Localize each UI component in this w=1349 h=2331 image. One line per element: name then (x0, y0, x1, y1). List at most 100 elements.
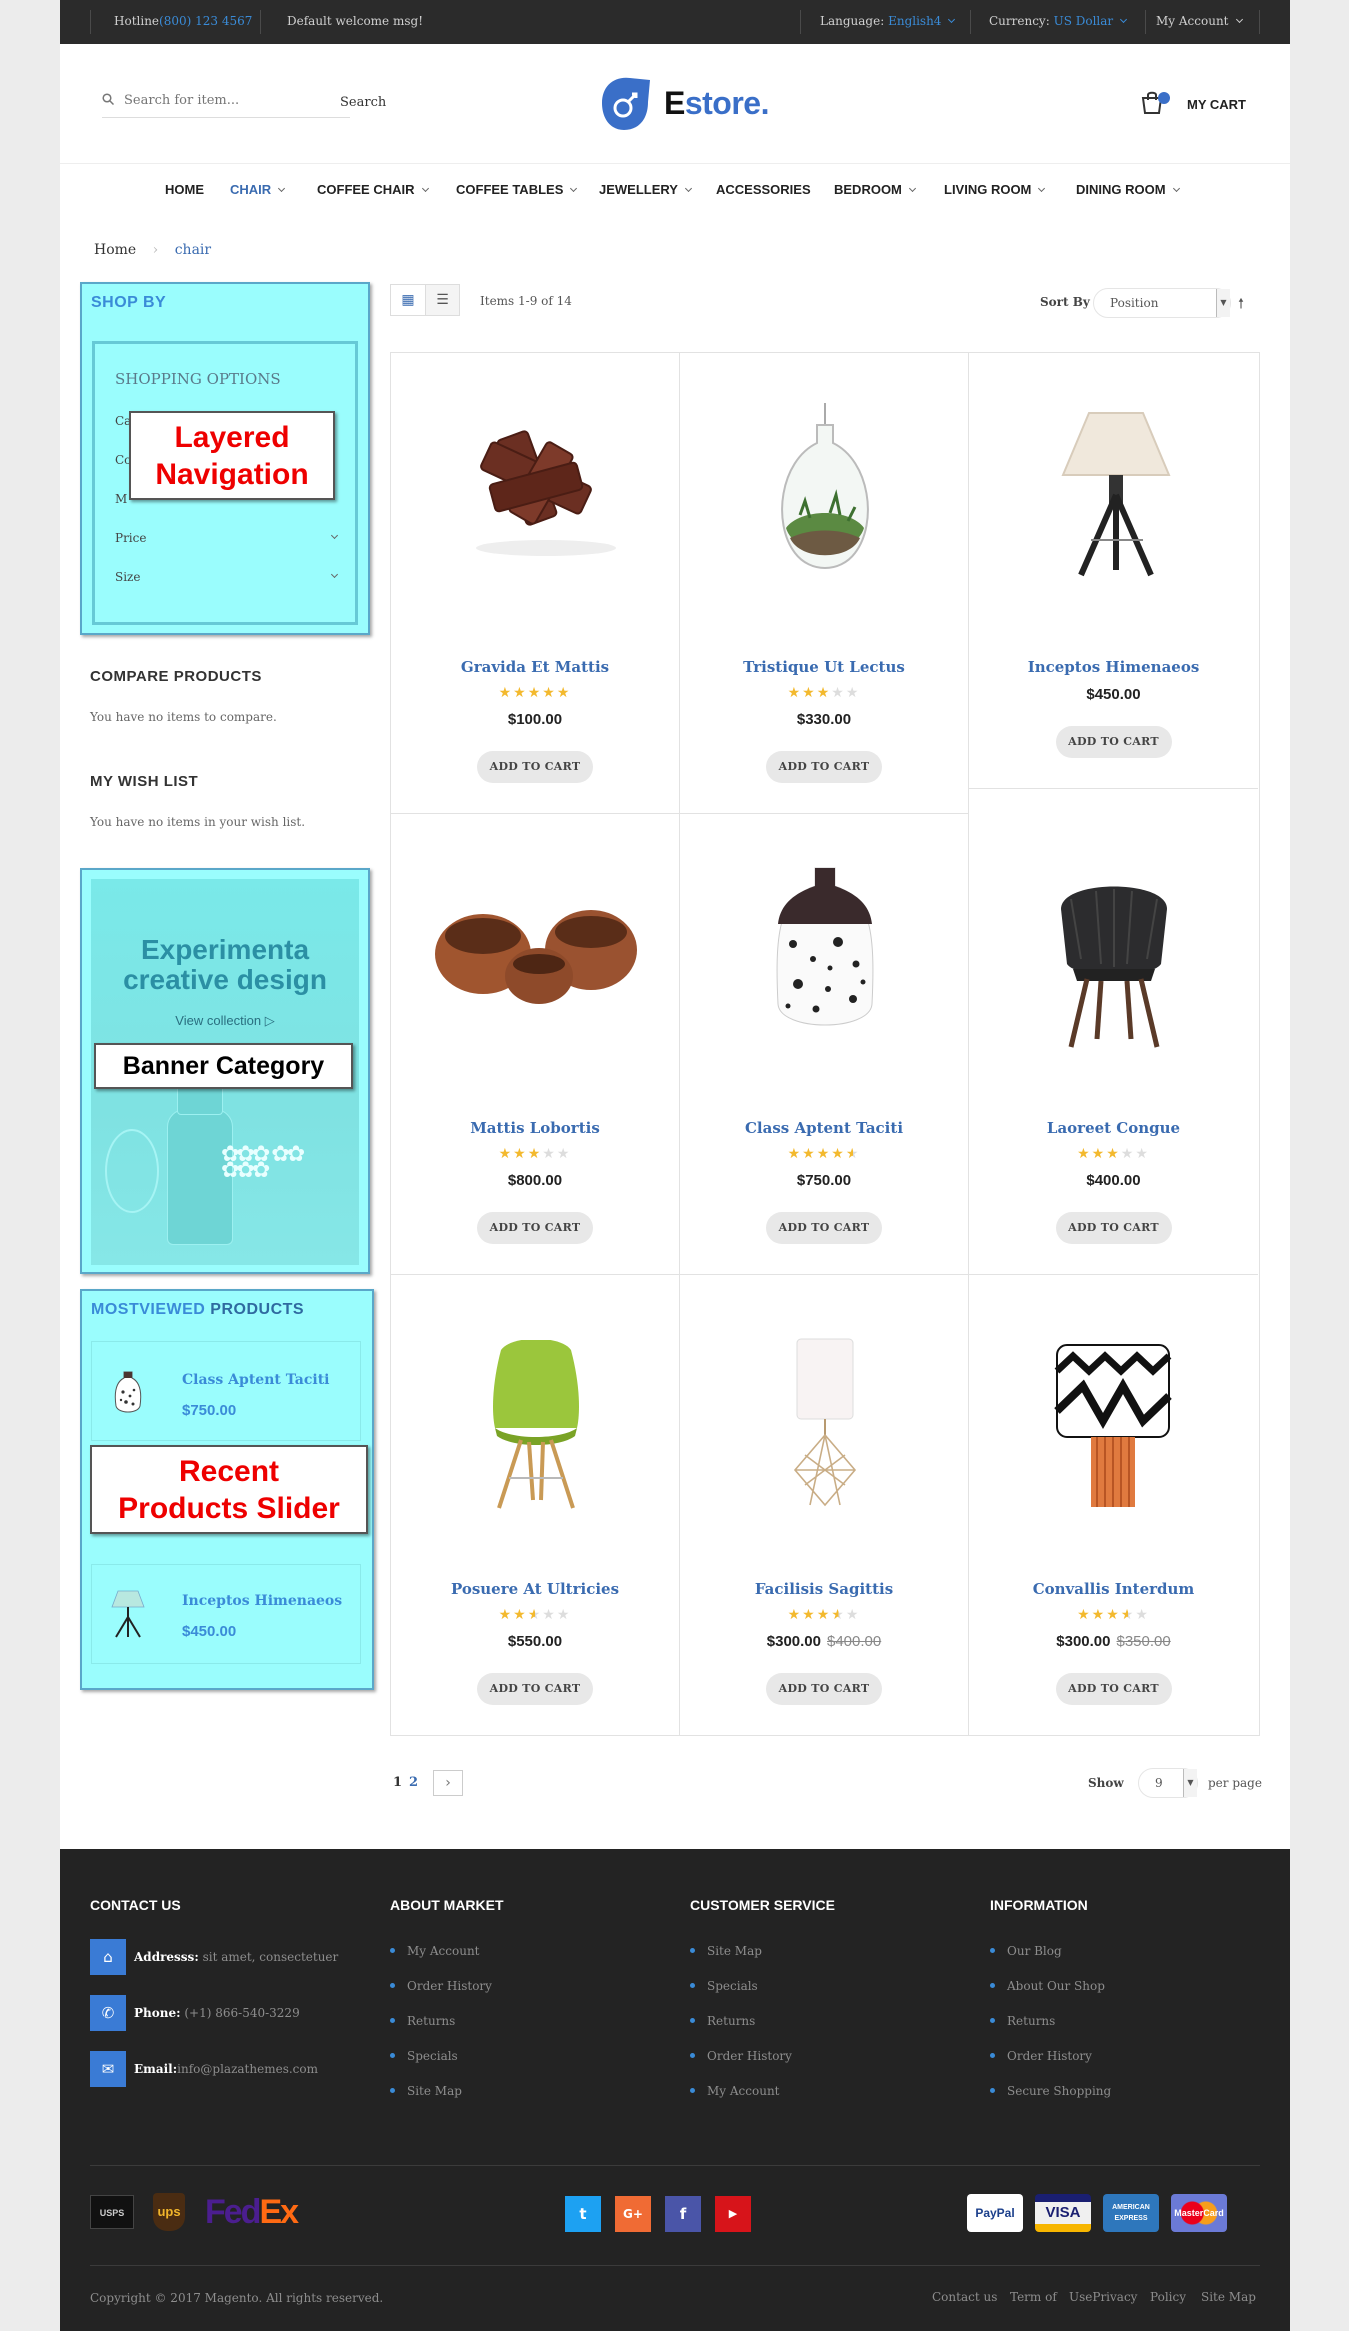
add-to-cart-button[interactable]: ADD TO CART (766, 1673, 882, 1705)
mv-product-image[interactable] (110, 1587, 146, 1639)
search-icon[interactable] (102, 93, 115, 106)
language-switcher[interactable]: Language: English4 (820, 14, 956, 28)
footer-link[interactable]: Returns (390, 2014, 455, 2028)
footer-link[interactable]: Specials (690, 1979, 758, 1993)
product-card[interactable]: Class Aptent Taciti ★★★★★ $750.00 ADD TO… (680, 814, 969, 1275)
dropdown-arrow-icon[interactable]: ▼ (1183, 1769, 1197, 1797)
mv-product-name[interactable]: Class Aptent Taciti (182, 1372, 330, 1388)
cart-icon[interactable] (1140, 90, 1170, 116)
filter-size[interactable]: Size (115, 570, 341, 584)
product-card[interactable]: Posuere At Ultricies ★★★★★ $550.00 ADD T… (391, 1275, 680, 1736)
add-to-cart-button[interactable]: ADD TO CART (766, 1212, 882, 1244)
mv-product-name[interactable]: Inceptos Himenaeos (182, 1593, 342, 1609)
product-name[interactable]: Inceptos Himenaeos (969, 658, 1258, 676)
product-name[interactable]: Class Aptent Taciti (680, 1119, 968, 1137)
hotline-number[interactable]: (800) 123 4567 (159, 14, 252, 28)
product-name[interactable]: Tristique Ut Lectus (680, 658, 968, 676)
nav-jewellery[interactable]: JEWELLERY (599, 182, 693, 197)
mv-product-image[interactable] (112, 1370, 144, 1416)
currency-value[interactable]: US Dollar (1054, 14, 1114, 28)
product-card[interactable]: Inceptos Himenaeos $450.00 ADD TO CART (969, 353, 1258, 789)
product-image[interactable] (481, 1338, 591, 1510)
logo-icon[interactable] (594, 72, 656, 134)
mv-product-card[interactable]: Inceptos Himenaeos $450.00 (91, 1564, 361, 1664)
add-to-cart-button[interactable]: ADD TO CART (766, 751, 882, 783)
nav-coffee-tables[interactable]: COFFEE TABLES (456, 182, 578, 197)
youtube-icon[interactable]: ▶ (715, 2196, 751, 2232)
product-image[interactable] (1053, 1341, 1173, 1509)
footer-link[interactable]: My Account (690, 2084, 780, 2098)
nav-bedroom[interactable]: BEDROOM (834, 182, 916, 197)
next-page-icon[interactable]: › (433, 1770, 463, 1796)
limiter-select[interactable]: 9 ▼ (1138, 1768, 1198, 1798)
nav-dining-room[interactable]: DINING ROOM (1076, 182, 1180, 197)
nav-accessories[interactable]: ACCESSORIES (716, 182, 811, 197)
add-to-cart-button[interactable]: ADD TO CART (1055, 726, 1172, 758)
product-image[interactable] (768, 864, 882, 1039)
add-to-cart-button[interactable]: ADD TO CART (477, 1673, 593, 1705)
dropdown-arrow-icon[interactable]: ▼ (1216, 289, 1230, 317)
list-view-icon[interactable]: ☰ (425, 285, 459, 315)
footer-link[interactable]: Order History (390, 1979, 492, 1993)
currency-switcher[interactable]: Currency: US Dollar (989, 14, 1128, 28)
sort-direction-icon[interactable]: 🠕 (1238, 293, 1244, 317)
grid-view-icon[interactable]: ▦ (391, 285, 425, 315)
product-image[interactable] (775, 1335, 875, 1510)
product-card[interactable]: Convallis Interdum ★★★★★ $300.00 $350.00 … (969, 1275, 1258, 1736)
product-name[interactable]: Gravida Et Mattis (391, 658, 679, 676)
product-image[interactable] (1051, 869, 1177, 1049)
footer-link[interactable]: Secure Shopping (990, 2084, 1111, 2098)
product-name[interactable]: Convallis Interdum (969, 1580, 1258, 1598)
banner-link[interactable]: View collection ▷ (91, 1013, 359, 1029)
email-value[interactable]: info@plazathemes.com (177, 2062, 318, 2076)
product-card[interactable]: Gravida Et Mattis ★★★★★ $100.00 ADD TO C… (391, 353, 680, 814)
footer-link[interactable]: Order History (690, 2049, 792, 2063)
nav-living-room[interactable]: LIVING ROOM (944, 182, 1046, 197)
sort-select[interactable]: Position ▼ (1093, 288, 1231, 318)
nav-coffee-chair[interactable]: COFFEE CHAIR (317, 182, 429, 197)
product-name[interactable]: Laoreet Congue (969, 1119, 1258, 1137)
footer-link[interactable]: Returns (990, 2014, 1055, 2028)
add-to-cart-button[interactable]: ADD TO CART (1055, 1673, 1172, 1705)
product-image[interactable] (1051, 405, 1181, 585)
logo-text[interactable]: Estore. (664, 85, 769, 122)
footer-link[interactable]: My Account (390, 1944, 480, 1958)
product-image[interactable] (451, 403, 621, 563)
nav-home[interactable]: HOME (165, 182, 204, 197)
footer-bottom-link[interactable]: UsePrivacy (1069, 2290, 1137, 2304)
add-to-cart-button[interactable]: ADD TO CART (1055, 1212, 1172, 1244)
filter-price[interactable]: Price (115, 531, 341, 545)
product-name[interactable]: Mattis Lobortis (391, 1119, 679, 1137)
product-image[interactable] (431, 894, 641, 1014)
footer-link[interactable]: Our Blog (990, 1944, 1062, 1958)
add-to-cart-button[interactable]: ADD TO CART (477, 1212, 593, 1244)
google-plus-icon[interactable]: G+ (615, 2196, 651, 2232)
filter-material[interactable]: M (115, 492, 127, 506)
footer-link[interactable]: Site Map (690, 1944, 762, 1958)
breadcrumb-home[interactable]: Home (94, 242, 136, 258)
product-name[interactable]: Posuere At Ultricies (391, 1580, 679, 1598)
my-account-menu[interactable]: My Account (1156, 14, 1243, 28)
footer-bottom-link[interactable]: Policy (1150, 2290, 1186, 2304)
search-input[interactable] (124, 89, 324, 111)
add-to-cart-button[interactable]: ADD TO CART (477, 751, 593, 783)
footer-bottom-link[interactable]: Term of (1010, 2290, 1057, 2304)
product-card[interactable]: Laoreet Congue ★★★★★ $400.00 ADD TO CART (969, 789, 1258, 1275)
footer-link[interactable]: About Our Shop (990, 1979, 1105, 1993)
product-card[interactable]: Tristique Ut Lectus ★★★★★ $330.00 ADD TO… (680, 353, 969, 814)
cart-label[interactable]: MY CART (1187, 97, 1246, 112)
mv-product-card[interactable]: Class Aptent Taciti $750.00 (91, 1341, 361, 1441)
search-button[interactable]: Search (340, 95, 386, 110)
product-name[interactable]: Facilisis Sagittis (680, 1580, 968, 1598)
twitter-icon[interactable]: t (565, 2196, 601, 2232)
footer-link[interactable]: Site Map (390, 2084, 462, 2098)
product-card[interactable]: Mattis Lobortis ★★★★★ $800.00 ADD TO CAR… (391, 814, 680, 1275)
product-image[interactable] (760, 403, 890, 578)
product-card[interactable]: Facilisis Sagittis ★★★★★ $300.00 $400.00 … (680, 1275, 969, 1736)
footer-link[interactable]: Specials (390, 2049, 458, 2063)
footer-link[interactable]: Order History (990, 2049, 1092, 2063)
facebook-icon[interactable]: f (665, 2196, 701, 2232)
footer-bottom-link[interactable]: Contact us (932, 2290, 997, 2304)
footer-link[interactable]: Returns (690, 2014, 755, 2028)
language-value[interactable]: English4 (888, 14, 941, 28)
